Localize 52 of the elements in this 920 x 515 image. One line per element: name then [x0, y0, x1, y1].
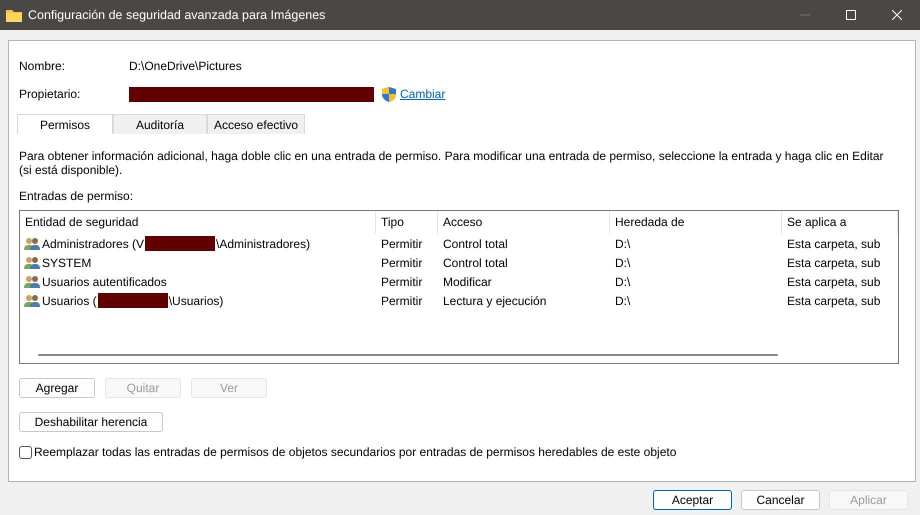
table-cell-text: Lectura y ejecución: [442, 294, 548, 308]
column-header[interactable]: Se aplica a: [782, 211, 898, 234]
change-link[interactable]: Cambiar: [400, 87, 446, 101]
table-cell-text: Esta carpeta, sub: [786, 294, 882, 308]
user-group-icon: [24, 236, 40, 250]
window-title: Configuración de seguridad avanzada para Imágenes: [28, 8, 326, 22]
scrollbar[interactable]: [38, 354, 778, 356]
maximize-icon: [846, 10, 856, 20]
entity-name: Usuarios (: [42, 294, 97, 308]
column-header[interactable]: Acceso: [438, 211, 610, 234]
checkbox[interactable]: [19, 446, 32, 458]
table-cell-text: Permitir: [380, 274, 424, 288]
table-cell-text: Esta carpeta, sub: [786, 256, 882, 270]
tab[interactable]: Auditoría: [113, 114, 207, 134]
dialog-button[interactable]: Cancelar: [741, 490, 820, 510]
table-cell-text: Control total: [442, 256, 509, 270]
entry-button[interactable]: Agregar: [19, 378, 95, 398]
user-group-icon: [24, 294, 40, 308]
entity-name: SYSTEM: [42, 256, 92, 270]
close-icon: [892, 10, 902, 20]
tab[interactable]: Acceso efectivo: [207, 114, 306, 134]
table-cell-text: Esta carpeta, sub: [786, 236, 882, 250]
dialog-button[interactable]: Aceptar: [653, 490, 732, 510]
entity-name: Usuarios autentificados: [42, 274, 167, 288]
table-label: Entradas de permiso:: [19, 189, 134, 203]
disable-inheritance-button[interactable]: Deshabilitar herencia: [19, 412, 163, 432]
entity-name: \Administradores): [216, 236, 310, 250]
table-cell-text: D:\: [614, 274, 632, 288]
user-group-icon: [24, 274, 40, 288]
table-cell-text: Control total: [442, 236, 509, 250]
folder-icon: [6, 8, 22, 22]
table-cell-text: Esta carpeta, sub: [786, 274, 882, 288]
entity-name: \Usuarios): [168, 294, 224, 308]
table-cell-text: D:\: [614, 236, 632, 250]
user-group-icon: [24, 256, 40, 270]
table-cell-text: D:\: [614, 294, 632, 308]
field-value: D:\OneDrive\Pictures: [129, 59, 242, 73]
column-header[interactable]: Tipo: [376, 211, 438, 234]
tab[interactable]: Permisos: [17, 114, 113, 134]
table-cell-text: Permitir: [380, 236, 424, 250]
table-cell-text: D:\: [614, 256, 632, 270]
table-cell-text: Modificar: [442, 274, 493, 288]
column-header[interactable]: Entidad de seguridad: [20, 211, 376, 234]
field-label: Nombre:: [19, 59, 66, 73]
entity-name: Administradores (V: [42, 236, 144, 250]
checkbox-label: Reemplazar todas las entradas de permisos de objetos secundarios por entradas de permisos heredables de este objeto: [34, 445, 676, 459]
info-text: Para obtener información adicional, haga doble clic en una entrada de permiso. Para modificar una entrada de permiso, seleccione la entrada y haga clic en Editar (si está disponible).: [19, 149, 885, 177]
field-label: Propietario:: [19, 87, 82, 101]
column-header[interactable]: Heredada de: [610, 211, 782, 234]
table-cell-text: Permitir: [380, 256, 424, 270]
shield-icon: [382, 86, 396, 102]
table-cell-text: Permitir: [380, 294, 424, 308]
